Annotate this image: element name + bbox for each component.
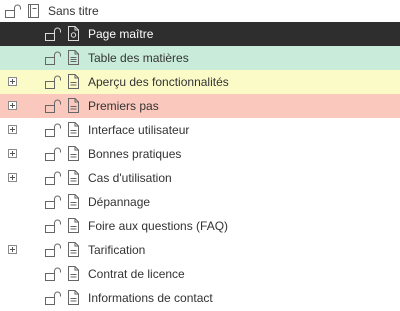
tree-item[interactable]: Aperçu des fonctionnalités [0, 70, 400, 94]
unlock-icon[interactable] [44, 147, 62, 162]
page-icon [68, 74, 79, 89]
expand-toggle-icon[interactable] [8, 149, 17, 158]
page-icon [68, 218, 79, 233]
tree-item-label: Dépannage [88, 195, 151, 209]
tree-item-label: Aperçu des fonctionnalités [88, 75, 229, 89]
unlock-icon[interactable] [44, 243, 62, 258]
tree-item[interactable]: Interface utilisateur [0, 118, 400, 142]
tree-item-label: Contrat de licence [88, 267, 185, 281]
tree-item-label: Tarification [88, 243, 146, 257]
unlock-icon[interactable] [44, 27, 62, 42]
unlock-icon[interactable] [44, 219, 62, 234]
tree-item-label: Table des matières [88, 51, 189, 65]
master-page-icon [68, 26, 79, 41]
unlock-icon[interactable] [4, 4, 22, 19]
tree-item[interactable]: Contrat de licence [0, 262, 400, 286]
tree-item[interactable]: Informations de contact [0, 286, 400, 310]
page-icon [68, 170, 79, 185]
expand-toggle-icon[interactable] [8, 245, 17, 254]
page-icon [68, 266, 79, 281]
page-icon [68, 194, 79, 209]
unlock-icon[interactable] [44, 195, 62, 210]
page-icon [68, 98, 79, 113]
tree-item-label: Premiers pas [88, 99, 159, 113]
unlock-icon[interactable] [44, 123, 62, 138]
tree-item[interactable]: Table des matières [0, 46, 400, 70]
tree-item-label: Page maître [88, 27, 154, 41]
page-icon [68, 242, 79, 257]
tree-item-label: Cas d'utilisation [88, 171, 172, 185]
unlock-icon[interactable] [44, 171, 62, 186]
unlock-icon[interactable] [44, 99, 62, 114]
page-icon [68, 146, 79, 161]
tree-item-label: Foire aux questions (FAQ) [88, 219, 229, 233]
tree-item[interactable]: Bonnes pratiques [0, 142, 400, 166]
tree-item[interactable]: Foire aux questions (FAQ) [0, 214, 400, 238]
tree-item[interactable]: Premiers pas [0, 94, 400, 118]
unlock-icon[interactable] [44, 75, 62, 90]
expand-toggle-icon[interactable] [8, 101, 17, 110]
tree-item-label: Informations de contact [88, 291, 213, 305]
notebook-icon [28, 4, 39, 18]
unlock-icon[interactable] [44, 267, 62, 282]
toc-page-icon [68, 50, 79, 65]
page-icon [68, 122, 79, 137]
tree-item-label: Bonnes pratiques [88, 147, 182, 161]
tree-item[interactable]: Cas d'utilisation [0, 166, 400, 190]
tree-root[interactable]: Sans titre [0, 0, 400, 22]
expand-toggle-icon[interactable] [8, 173, 17, 182]
tree-item[interactable]: Dépannage [0, 190, 400, 214]
expand-toggle-icon[interactable] [8, 125, 17, 134]
tree-item-label: Interface utilisateur [88, 123, 190, 137]
tree-item[interactable]: Page maître [0, 22, 400, 46]
tree-item[interactable]: Tarification [0, 238, 400, 262]
root-label: Sans titre [48, 4, 99, 18]
unlock-icon[interactable] [44, 291, 62, 306]
expand-toggle-icon[interactable] [8, 77, 17, 86]
unlock-icon[interactable] [44, 51, 62, 66]
page-icon [68, 290, 79, 305]
